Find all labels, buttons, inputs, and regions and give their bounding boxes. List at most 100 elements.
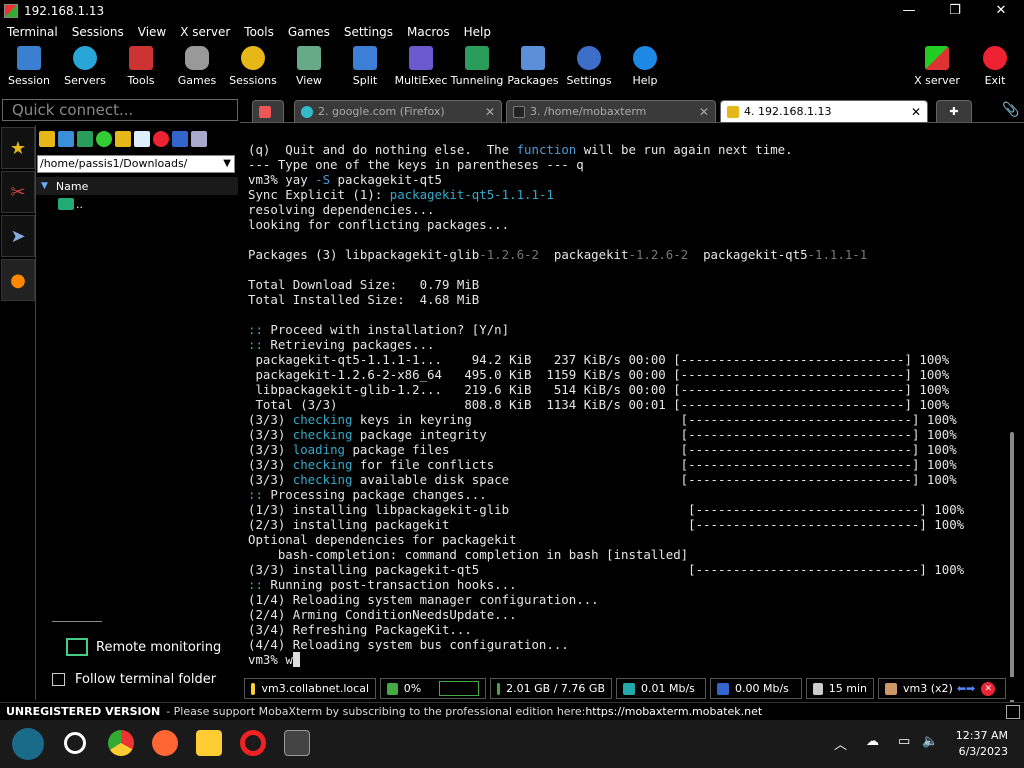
servers-button[interactable]: Servers (56, 46, 114, 87)
tab-firefox[interactable]: 2. google.com (Firefox) ✕ (294, 100, 502, 122)
download-icon[interactable] (58, 131, 74, 147)
minimize-button[interactable]: — (886, 0, 932, 22)
menu-terminal[interactable]: Terminal (0, 25, 65, 39)
split-button[interactable]: Split (336, 46, 394, 87)
settings-button[interactable]: Settings (560, 46, 618, 87)
status-uptime[interactable]: 15 min (806, 678, 874, 699)
mobaxterm-taskbar-icon[interactable] (284, 730, 310, 756)
clock-icon (813, 682, 823, 695)
properties-icon[interactable] (191, 131, 207, 147)
power-icon (983, 46, 1007, 70)
quick-connect-input[interactable]: Quick connect... (2, 99, 238, 121)
menu-settings[interactable]: Settings (337, 25, 400, 39)
help-button[interactable]: Help (616, 46, 674, 87)
subscribe-link[interactable]: https://mobaxterm.mobatek.net (585, 705, 762, 718)
status-memory[interactable]: 2.01 GB / 7.76 GB (490, 678, 612, 699)
tab-ssh-session[interactable]: 4. 192.168.1.13 ✕ (720, 100, 928, 122)
chevron-down-icon[interactable]: ▼ (223, 156, 231, 172)
title-bar: 192.168.1.13 — ❐ ✕ (0, 0, 1024, 22)
games-button[interactable]: Games (168, 46, 226, 87)
window-title: 192.168.1.13 (24, 4, 105, 18)
delete-icon[interactable] (153, 131, 169, 147)
status-upload[interactable]: 0.01 Mb/s (616, 678, 706, 699)
tools-button[interactable]: Tools (112, 46, 170, 87)
menu-sessions[interactable]: Sessions (65, 25, 131, 39)
follow-terminal-folder-checkbox[interactable]: Follow terminal folder (52, 672, 216, 687)
close-tab-icon[interactable]: ✕ (911, 105, 921, 119)
terminal-line: (2/3) installing packagekit [-----------… (248, 517, 965, 532)
xserver-icon (925, 46, 949, 70)
view-button[interactable]: View (280, 46, 338, 87)
name-column-header[interactable]: ▼ Name (36, 177, 238, 195)
tab-bar: 2. google.com (Firefox) ✕ 3. /home/mobaxt… (240, 98, 1024, 123)
remote-monitoring-button[interactable]: Remote monitoring (66, 638, 221, 656)
cloud-offline-icon[interactable]: ☁ (866, 734, 879, 749)
path-input[interactable]: /home/passis1/Downloads/▼ (37, 155, 235, 173)
pin-icon[interactable] (1006, 705, 1020, 719)
chevron-up-icon[interactable]: ︿ (834, 734, 847, 753)
menu-bar: Terminal Sessions View X server Tools Ga… (0, 22, 1024, 42)
windows-taskbar: ︿ ☁ ▭ 🔈 12:37 AM 6/3/2023 (0, 720, 1024, 768)
terminal-line: (3/3) checking available disk space [---… (248, 472, 957, 487)
terminal-prompt-line[interactable]: vm3% w (248, 652, 1016, 667)
terminal-line: Optional dependencies for packagekit (248, 532, 517, 547)
mobaxterm-app-icon (4, 4, 18, 18)
status-download[interactable]: 0.00 Mb/s (710, 678, 802, 699)
packages-button[interactable]: Packages (504, 46, 562, 87)
menu-help[interactable]: Help (457, 25, 498, 39)
rename-icon[interactable] (172, 131, 188, 147)
terminal-icon (513, 105, 525, 118)
refresh-icon[interactable] (96, 131, 112, 147)
status-user[interactable]: vm3 (x2) ⬅➡ ✕ (878, 678, 1006, 699)
upload-icon[interactable] (77, 131, 93, 147)
tab-home[interactable] (252, 100, 284, 122)
chrome-icon[interactable] (108, 730, 134, 756)
send-icon[interactable]: ➤ (1, 215, 35, 257)
favorites-star-icon[interactable]: ★ (1, 127, 35, 169)
close-tab-icon[interactable]: ✕ (485, 105, 495, 119)
tab-mobaxterm[interactable]: 3. /home/mobaxterm ✕ (506, 100, 716, 122)
search-icon[interactable] (64, 732, 86, 754)
close-icon[interactable]: ✕ (981, 681, 996, 696)
menu-games[interactable]: Games (281, 25, 337, 39)
close-button[interactable]: ✕ (978, 0, 1024, 22)
close-tab-icon[interactable]: ✕ (699, 105, 709, 119)
system-clock[interactable]: 12:37 AM 6/3/2023 (956, 728, 1008, 760)
exit-button[interactable]: Exit (966, 46, 1024, 87)
terminal-line: (2/4) Arming ConditionNeedsUpdate... (248, 607, 517, 622)
new-folder-icon[interactable] (115, 131, 131, 147)
network-icon[interactable]: ▭ (898, 734, 910, 749)
sftp-icon[interactable]: ● (1, 259, 35, 301)
arrows-icon[interactable]: ⬅➡ (957, 682, 975, 695)
list-item[interactable]: .. (36, 195, 238, 213)
menu-view[interactable]: View (131, 25, 173, 39)
session-button[interactable]: Session (0, 46, 58, 87)
status-host[interactable]: vm3.collabnet.local (244, 678, 376, 699)
restore-button[interactable]: ❐ (932, 0, 978, 22)
multiexec-button[interactable]: MultiExec (392, 46, 450, 87)
terminal-output[interactable]: (q) Quit and do nothing else. The functi… (240, 125, 1016, 768)
speaker-icon[interactable]: 🔈 (922, 734, 938, 749)
terminal-line: (3/3) checking for file conflicts [-----… (248, 457, 957, 472)
menu-xserver[interactable]: X server (173, 25, 237, 39)
opera-icon[interactable] (240, 730, 266, 756)
multiexec-icon (409, 46, 433, 70)
status-cpu[interactable]: 0% (380, 678, 486, 699)
xserver-button[interactable]: X server (908, 46, 966, 87)
checkbox[interactable] (52, 673, 65, 686)
new-file-icon[interactable] (134, 131, 150, 147)
file-explorer-icon[interactable] (196, 730, 222, 756)
start-icon[interactable] (12, 728, 44, 760)
tunneling-button[interactable]: Tunneling (448, 46, 506, 87)
firefox-icon[interactable] (152, 730, 178, 756)
menu-macros[interactable]: Macros (400, 25, 457, 39)
tools-icon[interactable]: ✂ (1, 171, 35, 213)
terminal-line: resolving dependencies... (248, 202, 435, 217)
sessions-button[interactable]: Sessions (224, 46, 282, 87)
attachment-icon[interactable]: 📎 (1002, 102, 1019, 118)
menu-tools[interactable]: Tools (237, 25, 281, 39)
new-tab-button[interactable]: ✚ (936, 100, 972, 122)
folder-up-icon[interactable] (39, 131, 55, 147)
